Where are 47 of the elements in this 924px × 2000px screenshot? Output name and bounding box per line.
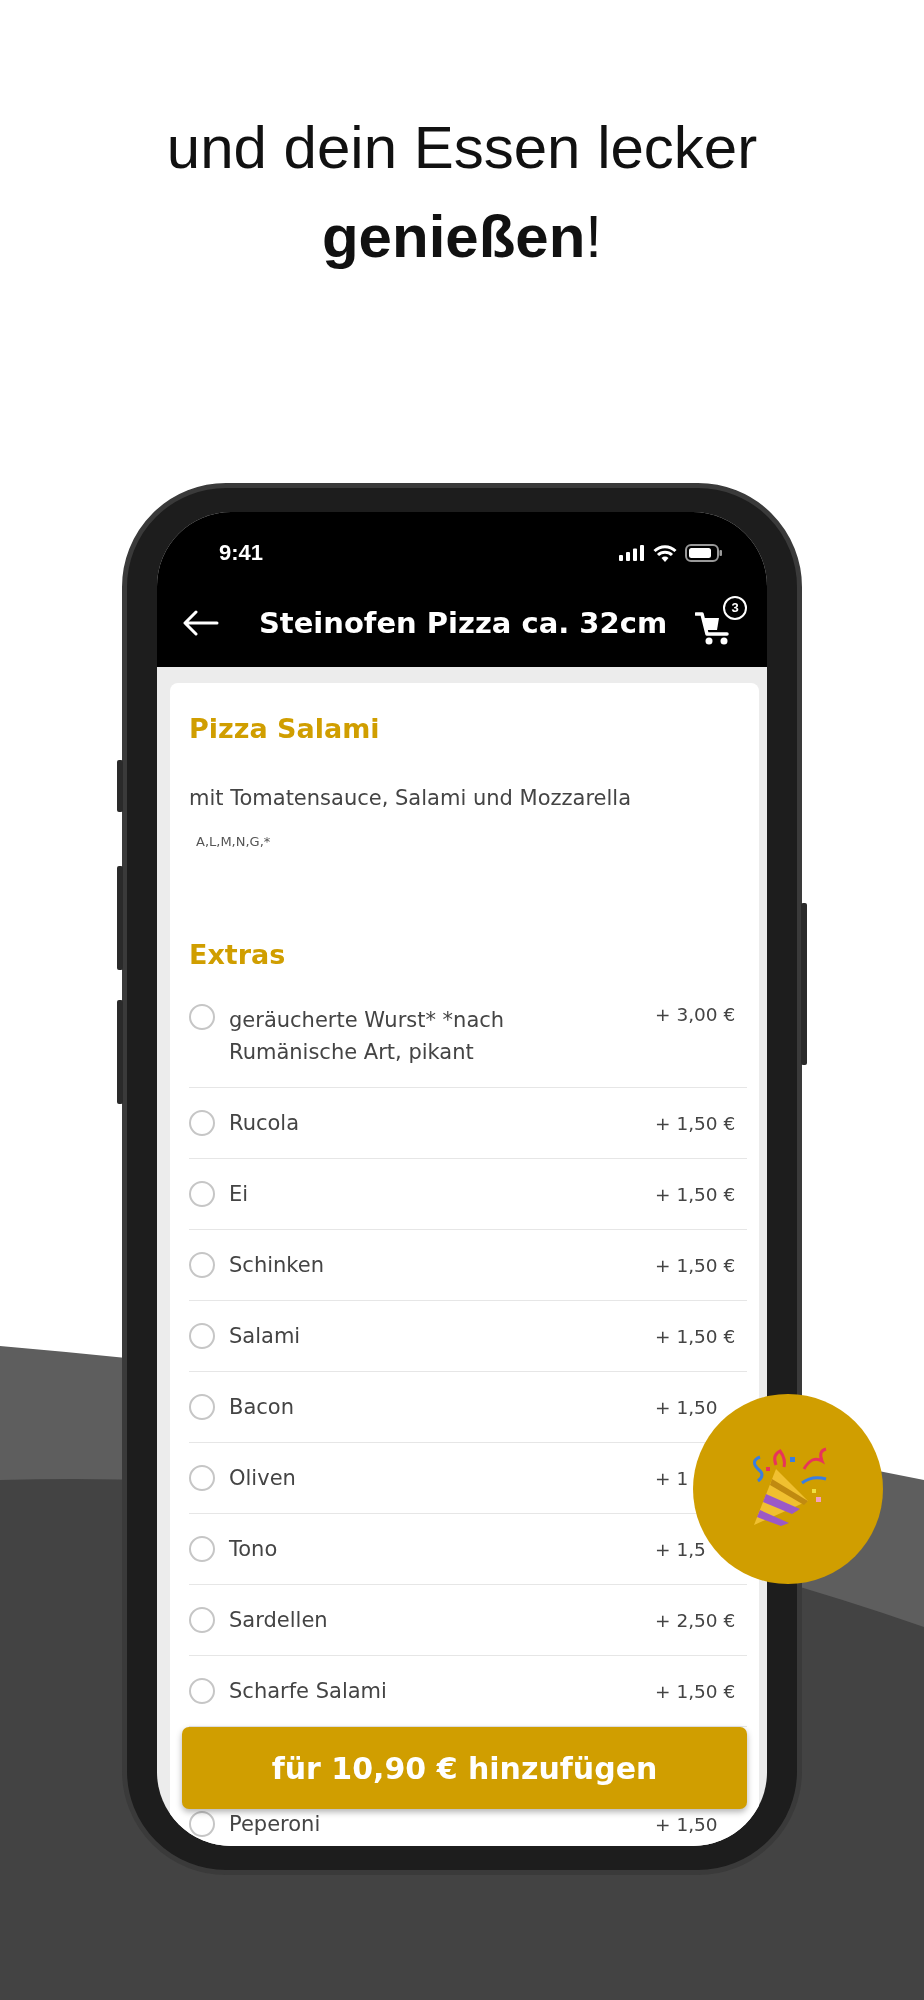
option-price: + 2,50 € bbox=[655, 1609, 737, 1631]
option-name: Schinken bbox=[229, 1252, 325, 1279]
back-arrow-icon bbox=[183, 610, 219, 636]
option-price: + 1,50 € bbox=[655, 1325, 737, 1347]
screen-title: Steinofen Pizza ca. 32cm bbox=[257, 606, 669, 640]
option-price: + 3,00 € bbox=[655, 1004, 737, 1025]
status-time: 9:41 bbox=[219, 540, 264, 566]
option-name: Ei bbox=[229, 1181, 250, 1208]
radio-button[interactable] bbox=[189, 1181, 215, 1207]
battery-icon bbox=[685, 544, 723, 562]
option-name: geräucherte Wurst* *nach Rumänische Art, pikant bbox=[229, 1007, 506, 1066]
product-description: mit Tomatensauce, Salami und Mozzarella bbox=[189, 786, 633, 810]
option-name: Salami bbox=[229, 1323, 302, 1350]
option-price: + 1,50 bbox=[655, 1396, 719, 1418]
product-name: Pizza Salami bbox=[189, 713, 381, 744]
option-price: + 1,50 bbox=[655, 1813, 719, 1835]
wifi-icon bbox=[653, 544, 677, 562]
signal-icon bbox=[619, 545, 645, 561]
radio-button[interactable] bbox=[189, 1678, 215, 1704]
option-name: Rucola bbox=[229, 1110, 301, 1137]
headline: genießen! bbox=[320, 202, 604, 272]
cart-button[interactable]: 3 bbox=[695, 596, 747, 650]
radio-button[interactable] bbox=[189, 1607, 215, 1633]
option-price: + 1,50 € bbox=[655, 1254, 737, 1276]
option-price: + 1,50 € bbox=[655, 1183, 737, 1205]
radio-button[interactable] bbox=[189, 1394, 215, 1420]
option-name: Tono bbox=[229, 1536, 279, 1563]
option-name: Bacon bbox=[229, 1394, 295, 1421]
option-price: + 1,5 bbox=[655, 1538, 707, 1560]
headline: und dein Essen lecker bbox=[165, 113, 759, 183]
radio-button[interactable] bbox=[189, 1536, 215, 1562]
cart-count-badge: 3 bbox=[723, 596, 747, 620]
option-name: Oliven bbox=[229, 1465, 297, 1492]
radio-button[interactable] bbox=[189, 1323, 215, 1349]
option-name: Sardellen bbox=[229, 1607, 329, 1634]
option-price: + 1,50 € bbox=[655, 1680, 737, 1702]
allergen-codes: A,L,M,N,G,* bbox=[195, 834, 272, 849]
option-price: + 1,50 € bbox=[655, 1112, 737, 1134]
radio-button[interactable] bbox=[189, 1110, 215, 1136]
option-name: Scharfe Salami bbox=[229, 1678, 388, 1705]
option-name: Peperoni bbox=[229, 1811, 322, 1838]
section-title: Extras bbox=[189, 939, 287, 970]
radio-button[interactable] bbox=[189, 1004, 215, 1030]
option-price: + 1 bbox=[655, 1467, 690, 1489]
radio-button[interactable] bbox=[189, 1811, 215, 1837]
radio-button[interactable] bbox=[189, 1465, 215, 1491]
radio-button[interactable] bbox=[189, 1252, 215, 1278]
